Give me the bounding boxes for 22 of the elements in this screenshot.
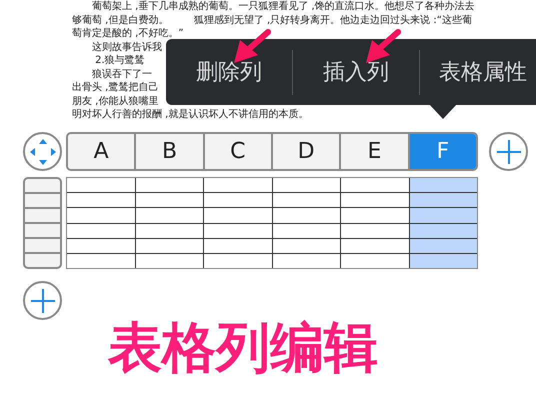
plus-icon (30, 288, 56, 314)
document-text-line: 萄肯定是酸的 ,不好吃。” (72, 27, 184, 40)
arrow (234, 29, 271, 63)
four-arrows-icon (28, 138, 56, 166)
menu-item[interactable]: 表格属性 (433, 50, 533, 94)
move-handle-button[interactable] (23, 132, 62, 171)
menu-item[interactable]: 插入列 (317, 50, 395, 94)
document-text-line: 朋友 ,你能从狼嘴里 (72, 94, 158, 108)
menu-item[interactable]: 删除列 (190, 50, 268, 94)
add-column-button[interactable] (489, 132, 528, 171)
document-text-line: 狼误吞下了一 (91, 68, 152, 81)
document-text-line: 2.狼与鹭鸶 (94, 54, 145, 68)
caption-text: 表格列编辑 (108, 318, 378, 378)
document-text-line: 这则故事告诉我 (91, 40, 162, 54)
document-text-line: 葡萄架上 ,垂下几串成熟的葡萄。一只狐狸看见了 ,馋的直流口水。他想尽了各种办法去 (91, 0, 475, 14)
document-text-line: 明对坏人行善的报酬 ,就是认识坏人不讲信用的本质。 (72, 108, 308, 122)
plus-icon (496, 138, 522, 164)
add-row-button[interactable] (23, 281, 62, 320)
column-header[interactable]: F (408, 134, 476, 169)
arrow (366, 29, 401, 63)
document-text-line: 出骨头 ,鹭鸶把自己 (72, 81, 158, 94)
document-text-line: 够葡萄 ,但是白费劲。 狐狸感到无望了 ,只好转身离开。他边走边回过头来说 :“这些葡 (72, 14, 472, 27)
